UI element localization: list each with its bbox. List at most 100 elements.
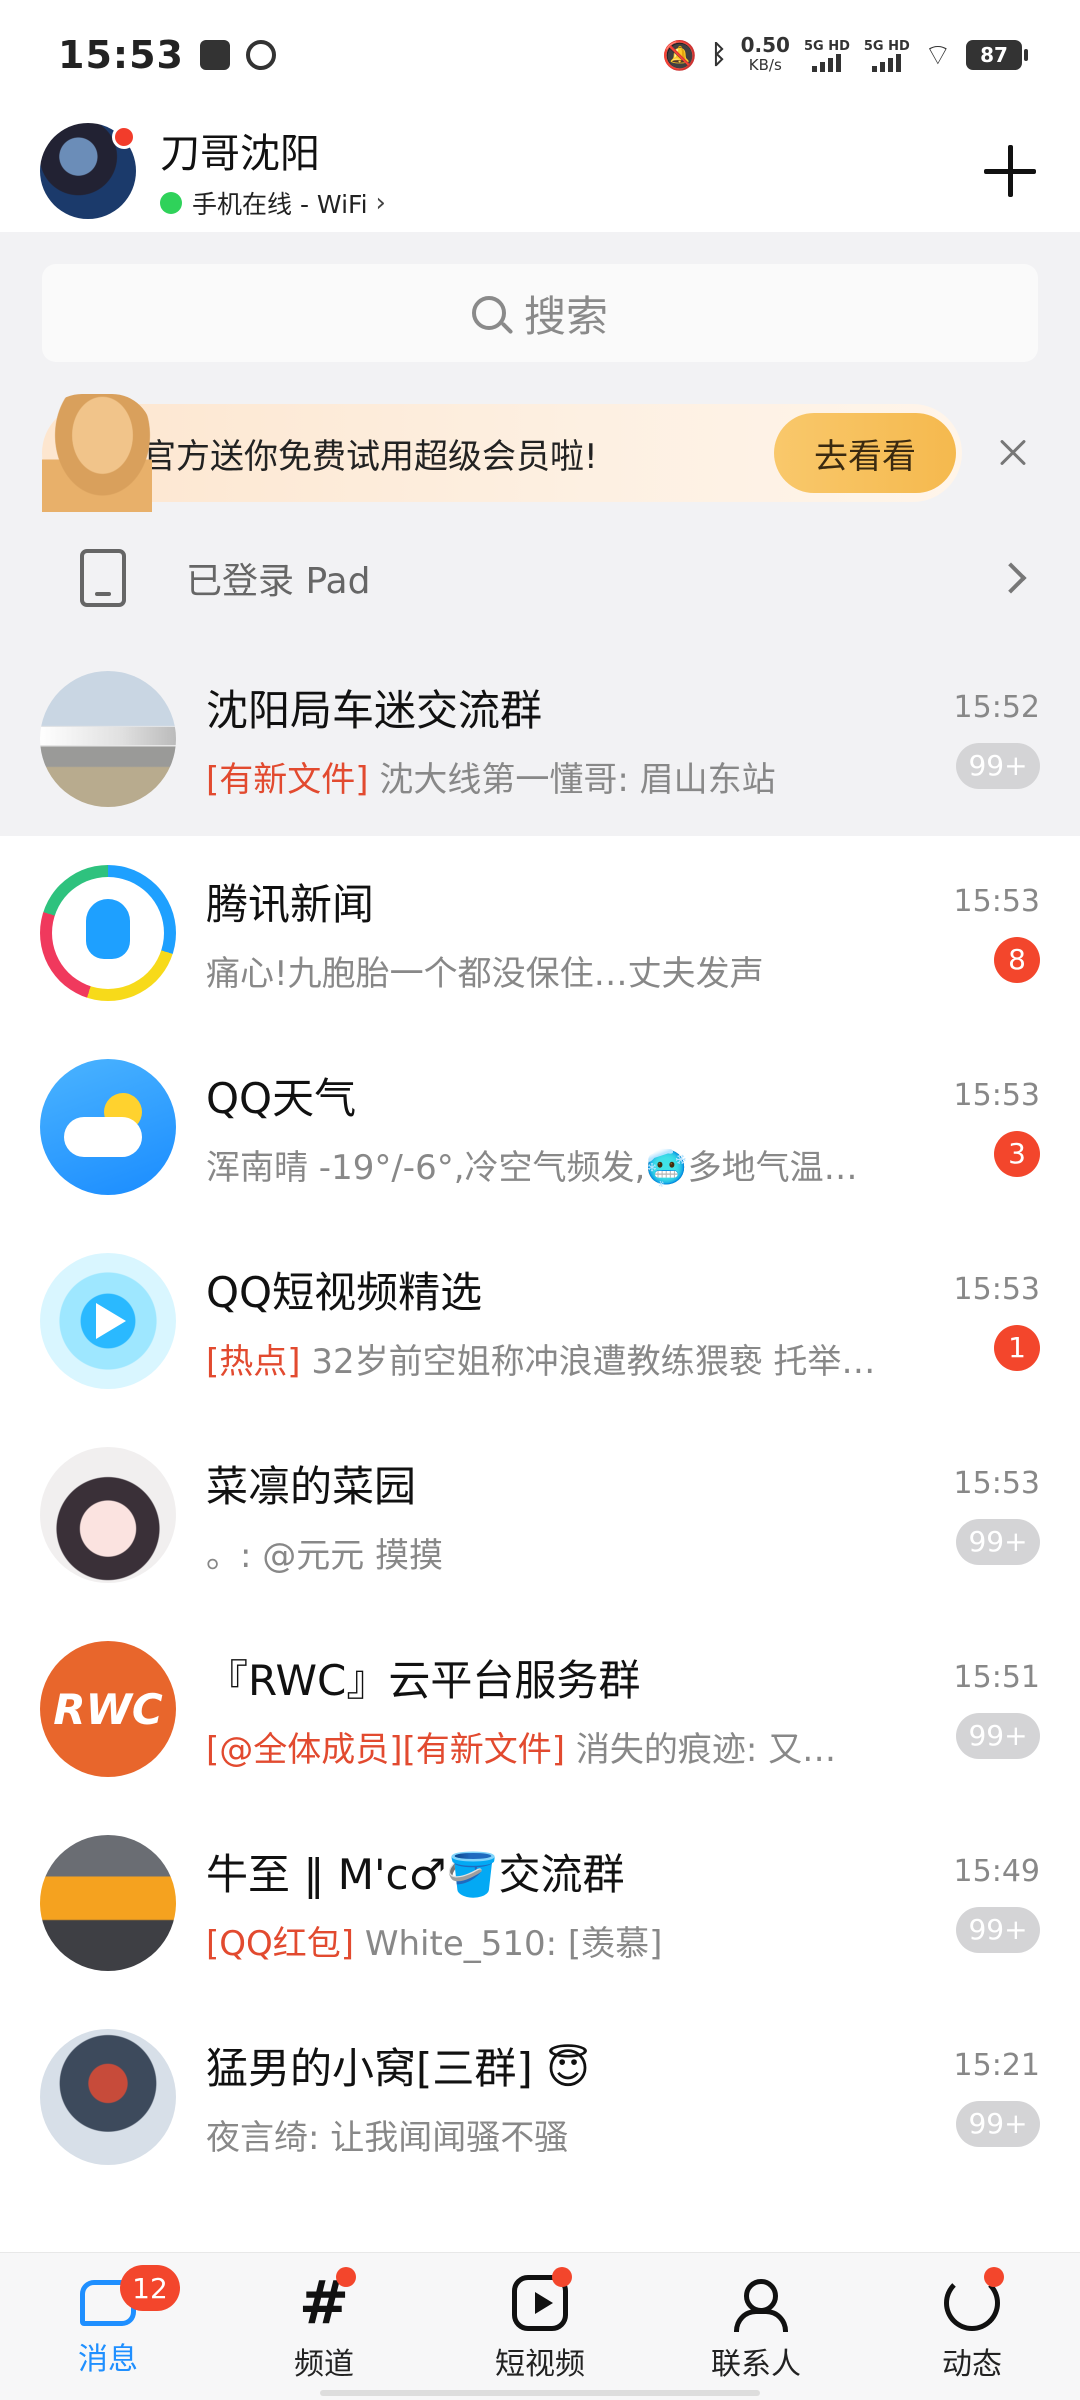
chat-name: QQ短视频精选 bbox=[206, 1268, 483, 1317]
chat-time: 15:51 bbox=[953, 1659, 1040, 1695]
chat-name: 菜凛的菜园 bbox=[206, 1462, 417, 1511]
chat-meta: 15:52 99+ bbox=[950, 690, 1040, 789]
chat-item[interactable]: QQ短视频精选 [热点] 32岁前空姐称冲浪遭教练猥亵 托举… 15:53 1 bbox=[0, 1224, 1080, 1418]
unread-badge: 99+ bbox=[956, 742, 1040, 789]
chat-time: 15:21 bbox=[953, 2047, 1040, 2083]
chat-preview-text: 浑南晴 -19°/-6°,冷空气频发,🥶多地气温… bbox=[206, 1148, 858, 1188]
chat-preview-text: 沈大线第一懂哥: 眉山东站 bbox=[368, 760, 776, 800]
tab-channels[interactable]: # 频道 bbox=[216, 2253, 432, 2400]
chat-avatar bbox=[40, 1447, 176, 1583]
tab-label: 联系人 bbox=[711, 2346, 801, 2382]
tab-label: 短视频 bbox=[495, 2346, 585, 2382]
tab-feed[interactable]: 动态 bbox=[864, 2253, 1080, 2400]
chat-item[interactable]: 腾讯新闻 痛心!九胞胎一个都没保住…丈夫发声 15:53 8 bbox=[0, 836, 1080, 1030]
promo-text: 官方送你免费试用超级会员啦! bbox=[142, 436, 598, 477]
network-speed-value: 0.50 bbox=[740, 33, 790, 57]
add-plus-button[interactable] bbox=[980, 141, 1040, 201]
close-icon[interactable] bbox=[992, 432, 1034, 474]
chat-preview: [有新文件] 沈大线第一懂哥: 眉山东站 bbox=[206, 752, 926, 801]
chat-avatar bbox=[40, 1835, 176, 1971]
online-status[interactable]: 手机在线 - WiFi › bbox=[160, 185, 386, 221]
chat-preview: [热点] 32岁前空姐称冲浪遭教练猥亵 托举… bbox=[206, 1334, 926, 1383]
logged-in-pad-row[interactable]: 已登录 Pad bbox=[0, 530, 1080, 626]
app-header: 刀哥沈阳 手机在线 - WiFi › bbox=[0, 110, 1080, 232]
chat-item[interactable]: RWC 『RWC』云平台服务群 [@全体成员][有新文件] 消失的痕迹: 又… … bbox=[0, 1612, 1080, 1806]
chat-item[interactable]: 猛男的小窝[三群] 😇 夜言绮: 让我闻闻骚不骚 15:21 99+ bbox=[0, 2000, 1080, 2194]
tab-label: 频道 bbox=[294, 2346, 354, 2382]
profile-info[interactable]: 刀哥沈阳 手机在线 - WiFi › bbox=[160, 121, 386, 221]
chat-avatar: RWC bbox=[40, 1641, 176, 1777]
chat-meta: 15:51 99+ bbox=[950, 1660, 1040, 1759]
status-time: 15:53 bbox=[58, 33, 184, 77]
search-bar[interactable]: 搜索 bbox=[42, 264, 1038, 362]
promo-view-button[interactable]: 去看看 bbox=[774, 413, 956, 493]
chat-body: 菜凛的菜园 。: @元元 摸摸 bbox=[206, 1453, 950, 1577]
chat-name: 牛至 ‖ M'c♂🪣交流群 bbox=[206, 1850, 625, 1899]
sim2-label: 5G HD bbox=[863, 38, 910, 54]
sim2-signal: 5G HD bbox=[864, 39, 910, 72]
tab-contacts[interactable]: 联系人 bbox=[648, 2253, 864, 2400]
play-icon bbox=[96, 1303, 126, 1339]
chat-tag: [@全体成员][有新文件] bbox=[206, 1730, 566, 1770]
chat-tag: [有新文件] bbox=[206, 760, 369, 800]
wifi-icon: ⌔ bbox=[923, 38, 952, 73]
chat-preview-text: White_510: [羡慕] bbox=[354, 1924, 663, 1964]
battery-indicator: 87 bbox=[966, 40, 1028, 70]
chat-tag: [热点] bbox=[206, 1342, 301, 1382]
profile-name: 刀哥沈阳 bbox=[160, 131, 320, 177]
chat-preview: 痛心!九胞胎一个都没保住…丈夫发声 bbox=[206, 946, 926, 995]
chat-time: 15:52 bbox=[953, 689, 1040, 725]
chat-preview: [@全体成员][有新文件] 消失的痕迹: 又… bbox=[206, 1722, 926, 1771]
chat-item[interactable]: QQ天气 浑南晴 -19°/-6°,冷空气频发,🥶多地气温… 15:53 3 bbox=[0, 1030, 1080, 1224]
avatar-notification-dot bbox=[112, 125, 136, 149]
bluetooth-icon: ᛒ bbox=[710, 40, 727, 70]
network-speed: 0.50 KB/s bbox=[741, 35, 790, 75]
chat-item[interactable]: 菜凛的菜园 。: @元元 摸摸 15:53 99+ bbox=[0, 1418, 1080, 1612]
chat-body: QQ短视频精选 [热点] 32岁前空姐称冲浪遭教练猥亵 托举… bbox=[206, 1259, 950, 1383]
chat-item[interactable]: 沈阳局车迷交流群 [有新文件] 沈大线第一懂哥: 眉山东站 15:52 99+ bbox=[0, 642, 1080, 836]
chat-preview-text: 32岁前空姐称冲浪遭教练猥亵 托举… bbox=[300, 1342, 876, 1382]
chat-meta: 15:53 1 bbox=[950, 1272, 1040, 1371]
tab-short-video[interactable]: 短视频 bbox=[432, 2253, 648, 2400]
sim1-label: 5G HD bbox=[803, 38, 850, 54]
chat-body: 『RWC』云平台服务群 [@全体成员][有新文件] 消失的痕迹: 又… bbox=[206, 1647, 950, 1771]
chat-avatar bbox=[40, 1059, 176, 1195]
promo-banner[interactable]: 官方送你免费试用超级会员啦! 去看看 bbox=[42, 394, 962, 512]
notification-dot bbox=[336, 2267, 356, 2287]
chat-preview: 浑南晴 -19°/-6°,冷空气频发,🥶多地气温… bbox=[206, 1140, 926, 1189]
sim1-signal: 5G HD bbox=[804, 39, 850, 72]
messages-unread-badge: 12 bbox=[120, 2265, 180, 2311]
chat-time: 15:53 bbox=[953, 1465, 1040, 1501]
chat-preview-text: 消失的痕迹: 又… bbox=[565, 1730, 837, 1770]
promo-mascot-image bbox=[42, 394, 152, 512]
chat-avatar bbox=[40, 2029, 176, 2165]
chat-preview-text: 夜言绮: 让我闻闻骚不骚 bbox=[206, 2118, 569, 2158]
chat-meta: 15:53 99+ bbox=[950, 1466, 1040, 1565]
tab-messages[interactable]: 消息 12 bbox=[0, 2253, 216, 2400]
home-indicator[interactable] bbox=[320, 2390, 760, 2396]
chat-meta: 15:21 99+ bbox=[950, 2048, 1040, 2147]
chat-preview-text: 痛心!九胞胎一个都没保住…丈夫发声 bbox=[206, 954, 764, 994]
unread-badge: 99+ bbox=[956, 1712, 1040, 1759]
chat-time: 15:49 bbox=[953, 1853, 1040, 1889]
unread-badge: 3 bbox=[994, 1130, 1040, 1177]
status-right-cluster: 🔕 ᛒ 0.50 KB/s 5G HD 5G HD ⌔ 87 bbox=[662, 35, 1028, 75]
search-placeholder: 搜索 bbox=[523, 291, 608, 341]
my-avatar[interactable] bbox=[40, 123, 136, 219]
chat-preview: 夜言绮: 让我闻闻骚不骚 bbox=[206, 2110, 926, 2159]
chat-meta: 15:53 8 bbox=[950, 884, 1040, 983]
unread-badge: 99+ bbox=[956, 2100, 1040, 2147]
chat-meta: 15:53 3 bbox=[950, 1078, 1040, 1177]
chat-body: 腾讯新闻 痛心!九胞胎一个都没保住…丈夫发声 bbox=[206, 871, 950, 995]
chat-avatar bbox=[40, 671, 176, 807]
tablet-icon bbox=[80, 549, 126, 607]
online-status-text: 手机在线 - WiFi bbox=[192, 190, 368, 219]
search-icon bbox=[471, 296, 506, 330]
chat-body: 猛男的小窝[三群] 😇 夜言绮: 让我闻闻骚不骚 bbox=[206, 2035, 950, 2159]
chat-item[interactable]: 牛至 ‖ M'c♂🪣交流群 [QQ红包] White_510: [羡慕] 15:… bbox=[0, 1806, 1080, 2000]
chat-avatar bbox=[40, 1253, 176, 1389]
pad-row-label: 已登录 Pad bbox=[186, 561, 371, 602]
chat-name: QQ天气 bbox=[206, 1074, 357, 1123]
notification-dot bbox=[984, 2267, 1004, 2287]
chevron-right-icon: › bbox=[375, 188, 386, 218]
